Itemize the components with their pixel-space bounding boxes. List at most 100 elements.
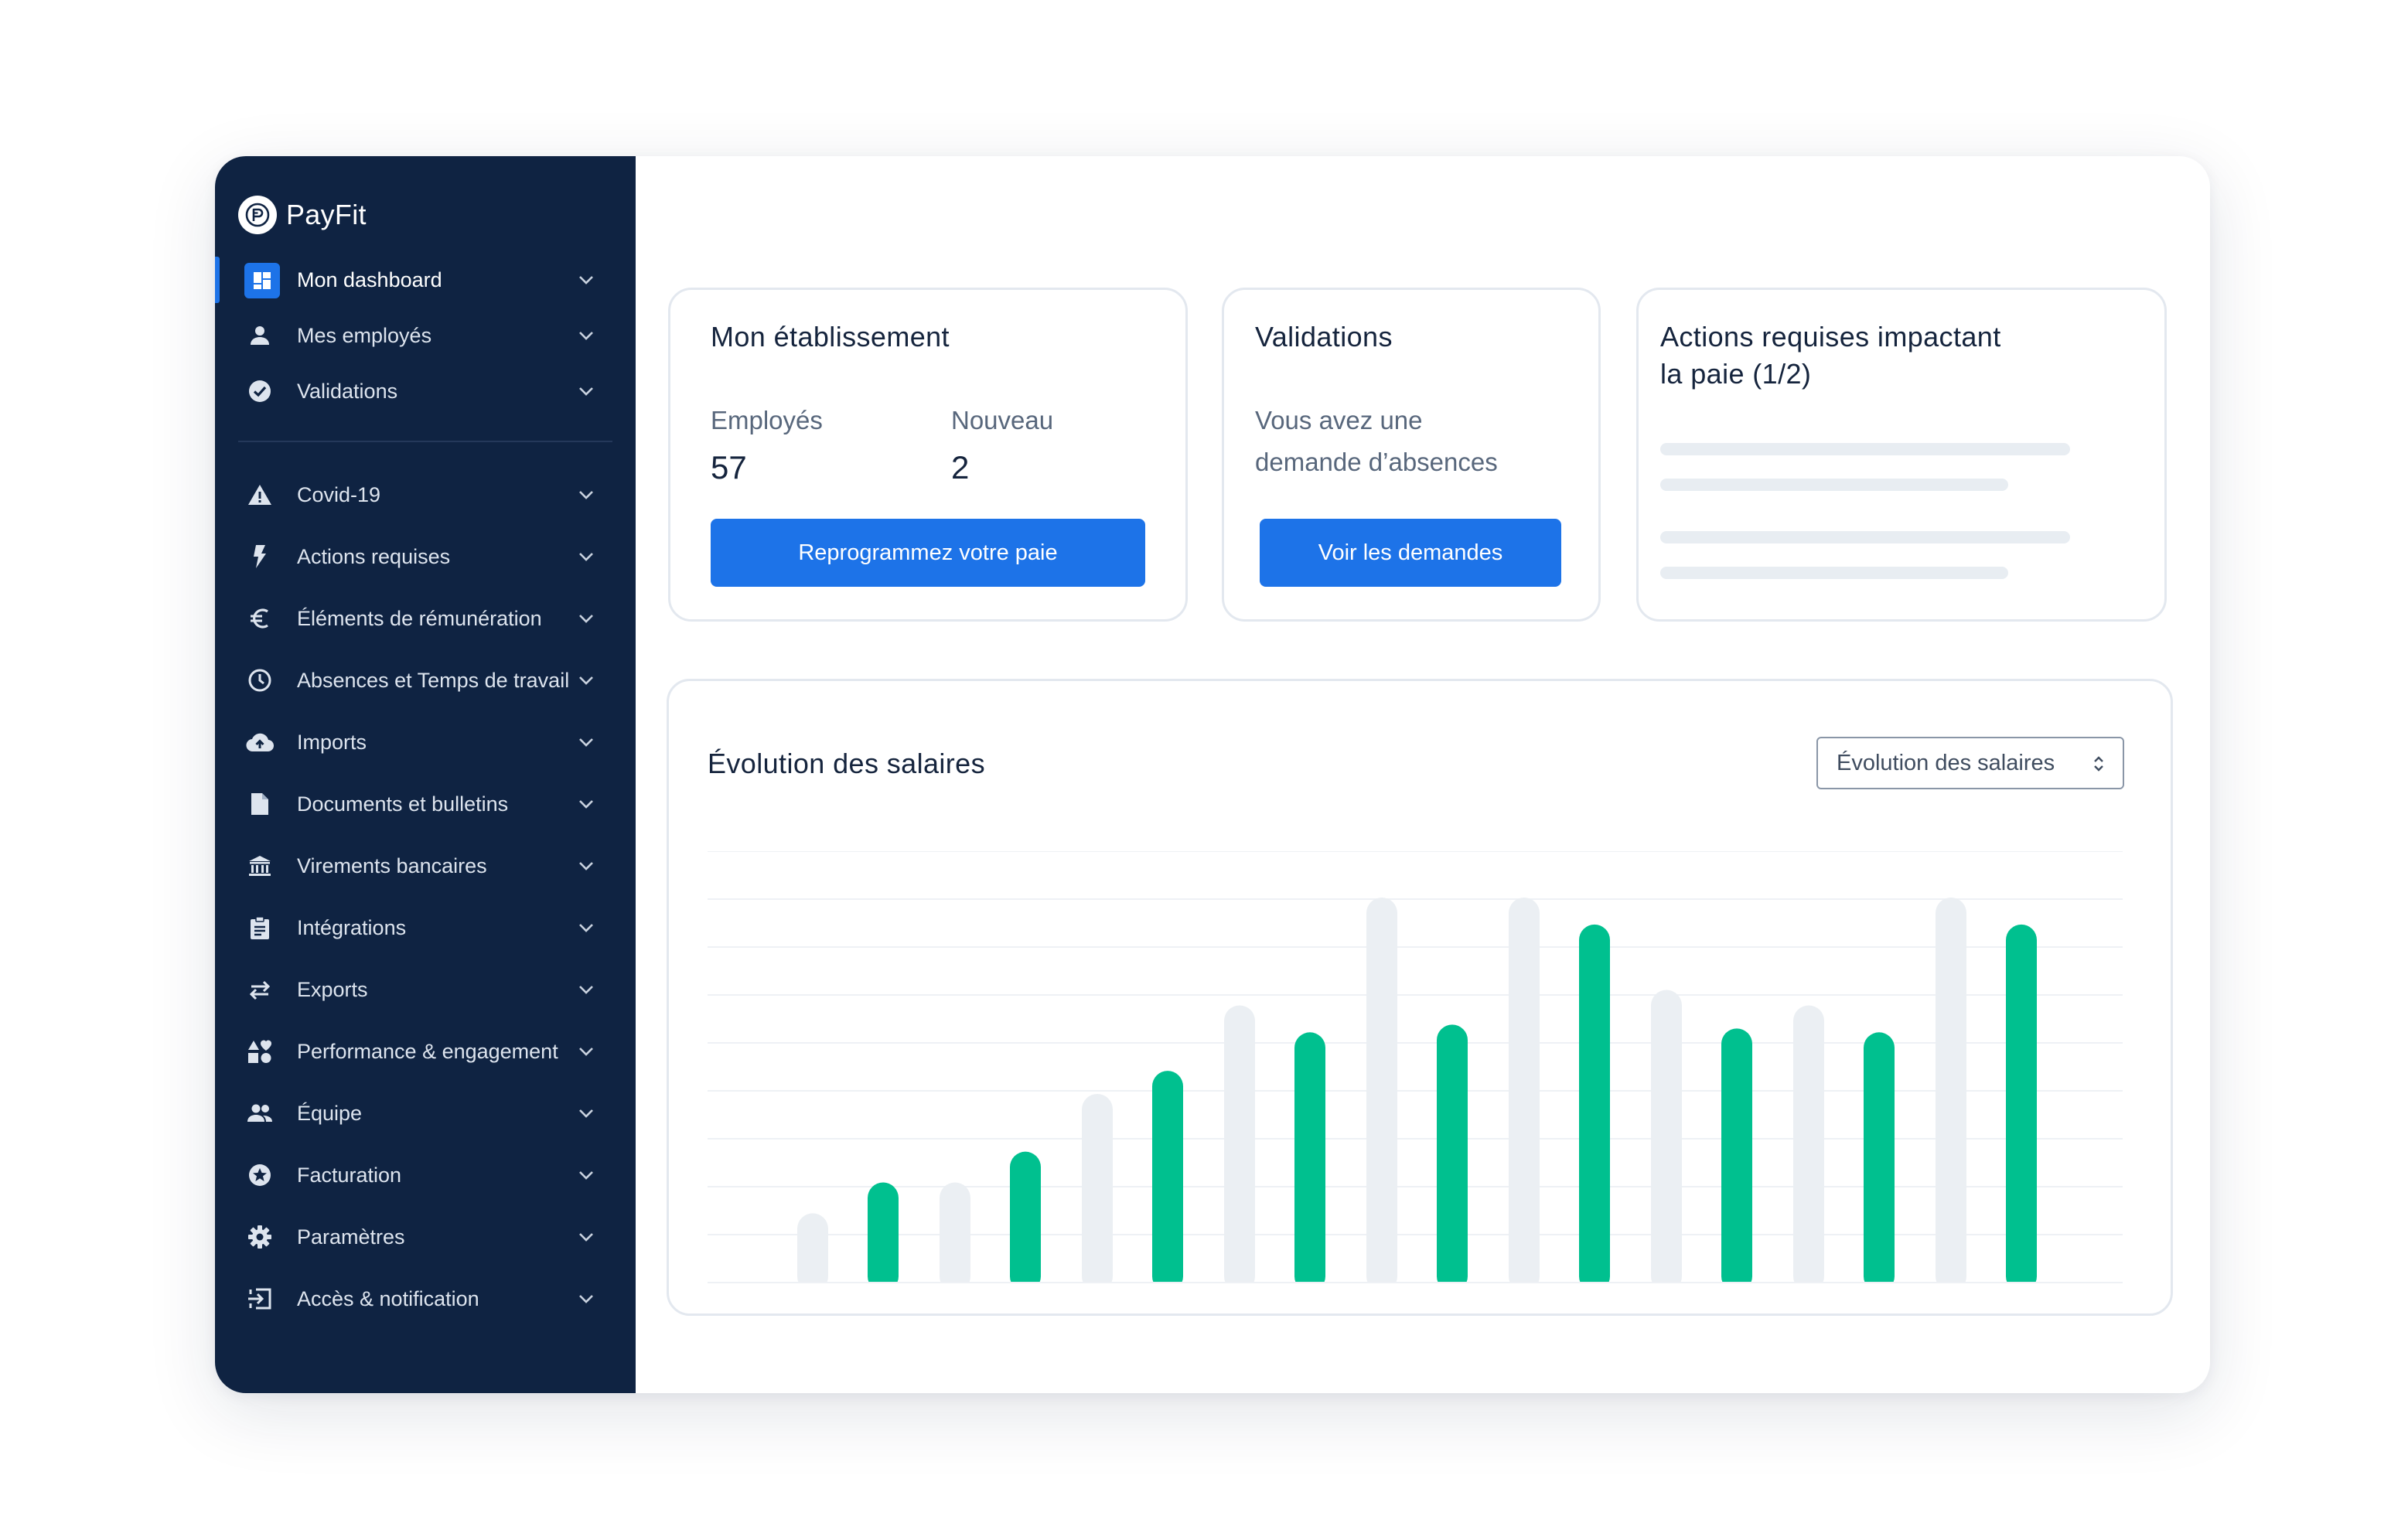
chart-bar-primary (1721, 1028, 1752, 1284)
actions-title-line2: la paie (1/2) (1660, 358, 1812, 390)
sidebar-item-acces-notification[interactable]: Accès & notification (215, 1274, 636, 1324)
salaires-title: Évolution des salaires (708, 748, 985, 779)
sidebar-item-label: Éléments de rémunération (297, 607, 542, 630)
shapes-icon (244, 1036, 275, 1067)
brand[interactable]: PayFit (238, 195, 367, 235)
sidebar-item-label: Facturation (297, 1164, 402, 1187)
sidebar-item-label: Validations (297, 380, 398, 403)
chart-bar-secondary (940, 1182, 970, 1284)
document-icon (244, 789, 275, 819)
sidebar-item-exports[interactable]: Exports (215, 965, 636, 1014)
chart-bar-primary (1864, 1032, 1895, 1284)
chevron-down-icon[interactable] (577, 1229, 595, 1245)
sidebar-item-validations[interactable]: Validations (215, 366, 636, 416)
sidebar-item-covid-19[interactable]: Covid-19 (215, 470, 636, 520)
check-circle-icon (244, 376, 275, 407)
chevron-down-icon[interactable] (577, 611, 595, 626)
sidebar-item-parametres[interactable]: Paramètres (215, 1212, 636, 1262)
chart-select[interactable]: Évolution des salaires (1816, 737, 2124, 789)
sidebar-item-performance-engagement[interactable]: Performance & engagement (215, 1027, 636, 1076)
clipboard-icon (244, 912, 275, 943)
chevron-down-icon[interactable] (577, 673, 595, 688)
actions-requises-card: Actions requises impactant la paie (1/2) (1636, 288, 2167, 622)
gear-icon (244, 1221, 275, 1252)
warning-icon (244, 479, 275, 510)
sidebar-item-imports[interactable]: Imports (215, 717, 636, 767)
sidebar: PayFit Mon dashboard Mes employés Valida… (215, 156, 636, 1393)
chart-bar-secondary (1224, 1005, 1255, 1284)
chevron-down-icon[interactable] (577, 1044, 595, 1059)
dashboard-icon (244, 263, 280, 298)
sidebar-item-absences-temps-travail[interactable]: Absences et Temps de travail (215, 656, 636, 705)
chevron-up-down-icon (2094, 756, 2103, 772)
clock-icon (244, 665, 275, 696)
sidebar-item-label: Équipe (297, 1102, 363, 1125)
chart-bar-secondary (1651, 990, 1682, 1284)
salaires-card: Évolution des salaires Évolution des sal… (667, 679, 2173, 1316)
chevron-down-icon[interactable] (577, 328, 595, 343)
login-icon (244, 1283, 275, 1314)
sidebar-item-mes-employes[interactable]: Mes employés (215, 311, 636, 360)
sidebar-item-label: Documents et bulletins (297, 792, 509, 816)
lightning-icon (244, 541, 275, 572)
sidebar-item-actions-requises[interactable]: Actions requises (215, 532, 636, 581)
chevron-down-icon[interactable] (577, 796, 595, 812)
chart-bar-primary (1010, 1151, 1041, 1284)
employees-count: 57 (711, 449, 747, 486)
skeleton-line (1660, 479, 2008, 491)
sidebar-item-label: Exports (297, 978, 368, 1001)
validations-title: Validations (1255, 321, 1393, 353)
chevron-down-icon[interactable] (577, 734, 595, 750)
app-window: PayFit Mon dashboard Mes employés Valida… (215, 156, 2210, 1393)
chart-select-value: Évolution des salaires (1837, 750, 2055, 775)
person-icon (244, 320, 275, 351)
payfit-logo-icon (238, 196, 277, 234)
chevron-down-icon[interactable] (577, 858, 595, 874)
sidebar-item-label: Intégrations (297, 916, 407, 939)
sidebar-item-label: Mon dashboard (297, 268, 442, 291)
chevron-down-icon[interactable] (577, 982, 595, 997)
sidebar-item-integrations[interactable]: Intégrations (215, 903, 636, 952)
chevron-down-icon[interactable] (577, 383, 595, 399)
salary-bar-chart (708, 851, 2123, 1284)
sidebar-item-label: Imports (297, 731, 367, 754)
sidebar-item-virements-bancaires[interactable]: Virements bancaires (215, 841, 636, 891)
etablissement-card: Mon établissement Employés 57 Nouveau 2 … (668, 288, 1188, 622)
sidebar-item-facturation[interactable]: Facturation (215, 1150, 636, 1200)
sidebar-item-documents-bulletins[interactable]: Documents et bulletins (215, 779, 636, 829)
validations-message-line1: Vous avez une (1255, 406, 1423, 434)
validations-message-line2: demande d’absences (1255, 448, 1498, 476)
chevron-down-icon[interactable] (577, 1106, 595, 1121)
new-employees-count: 2 (951, 449, 970, 486)
skeleton-line (1660, 443, 2070, 455)
new-employees-label: Nouveau (951, 406, 1054, 434)
chart-bar-secondary (1366, 898, 1397, 1284)
sidebar-item-equipe[interactable]: Équipe (215, 1089, 636, 1138)
chevron-down-icon[interactable] (577, 920, 595, 935)
sidebar-item-label: Virements bancaires (297, 854, 487, 877)
chevron-down-icon[interactable] (577, 1291, 595, 1307)
etablissement-title: Mon établissement (711, 321, 950, 353)
star-badge-icon (244, 1160, 275, 1191)
sidebar-item-label: Absences et Temps de travail (297, 669, 570, 692)
sidebar-item-label: Mes employés (297, 324, 432, 347)
chevron-down-icon[interactable] (577, 1167, 595, 1183)
sidebar-divider (238, 441, 612, 442)
swap-arrows-icon (244, 974, 275, 1005)
sidebar-item-elements-remuneration[interactable]: Éléments de rémunération (215, 594, 636, 643)
chevron-down-icon[interactable] (577, 272, 595, 288)
chart-bar-secondary (1509, 898, 1540, 1284)
sidebar-item-label: Covid-19 (297, 483, 381, 506)
chevron-down-icon[interactable] (577, 549, 595, 564)
chevron-down-icon[interactable] (577, 487, 595, 503)
sidebar-item-label: Accès & notification (297, 1287, 479, 1310)
chart-bar-secondary (1082, 1093, 1113, 1284)
bank-icon (244, 850, 275, 881)
reprogrammer-paie-button[interactable]: Reprogrammez votre paie (711, 519, 1145, 587)
chart-bar-primary (2006, 924, 2037, 1284)
chart-bar-primary (1437, 1024, 1468, 1284)
validations-card: Validations Vous avez une demande d’abse… (1222, 288, 1601, 622)
sidebar-item-mon-dashboard[interactable]: Mon dashboard (215, 255, 636, 305)
voir-demandes-button[interactable]: Voir les demandes (1260, 519, 1561, 587)
chart-bar-primary (1579, 924, 1610, 1284)
